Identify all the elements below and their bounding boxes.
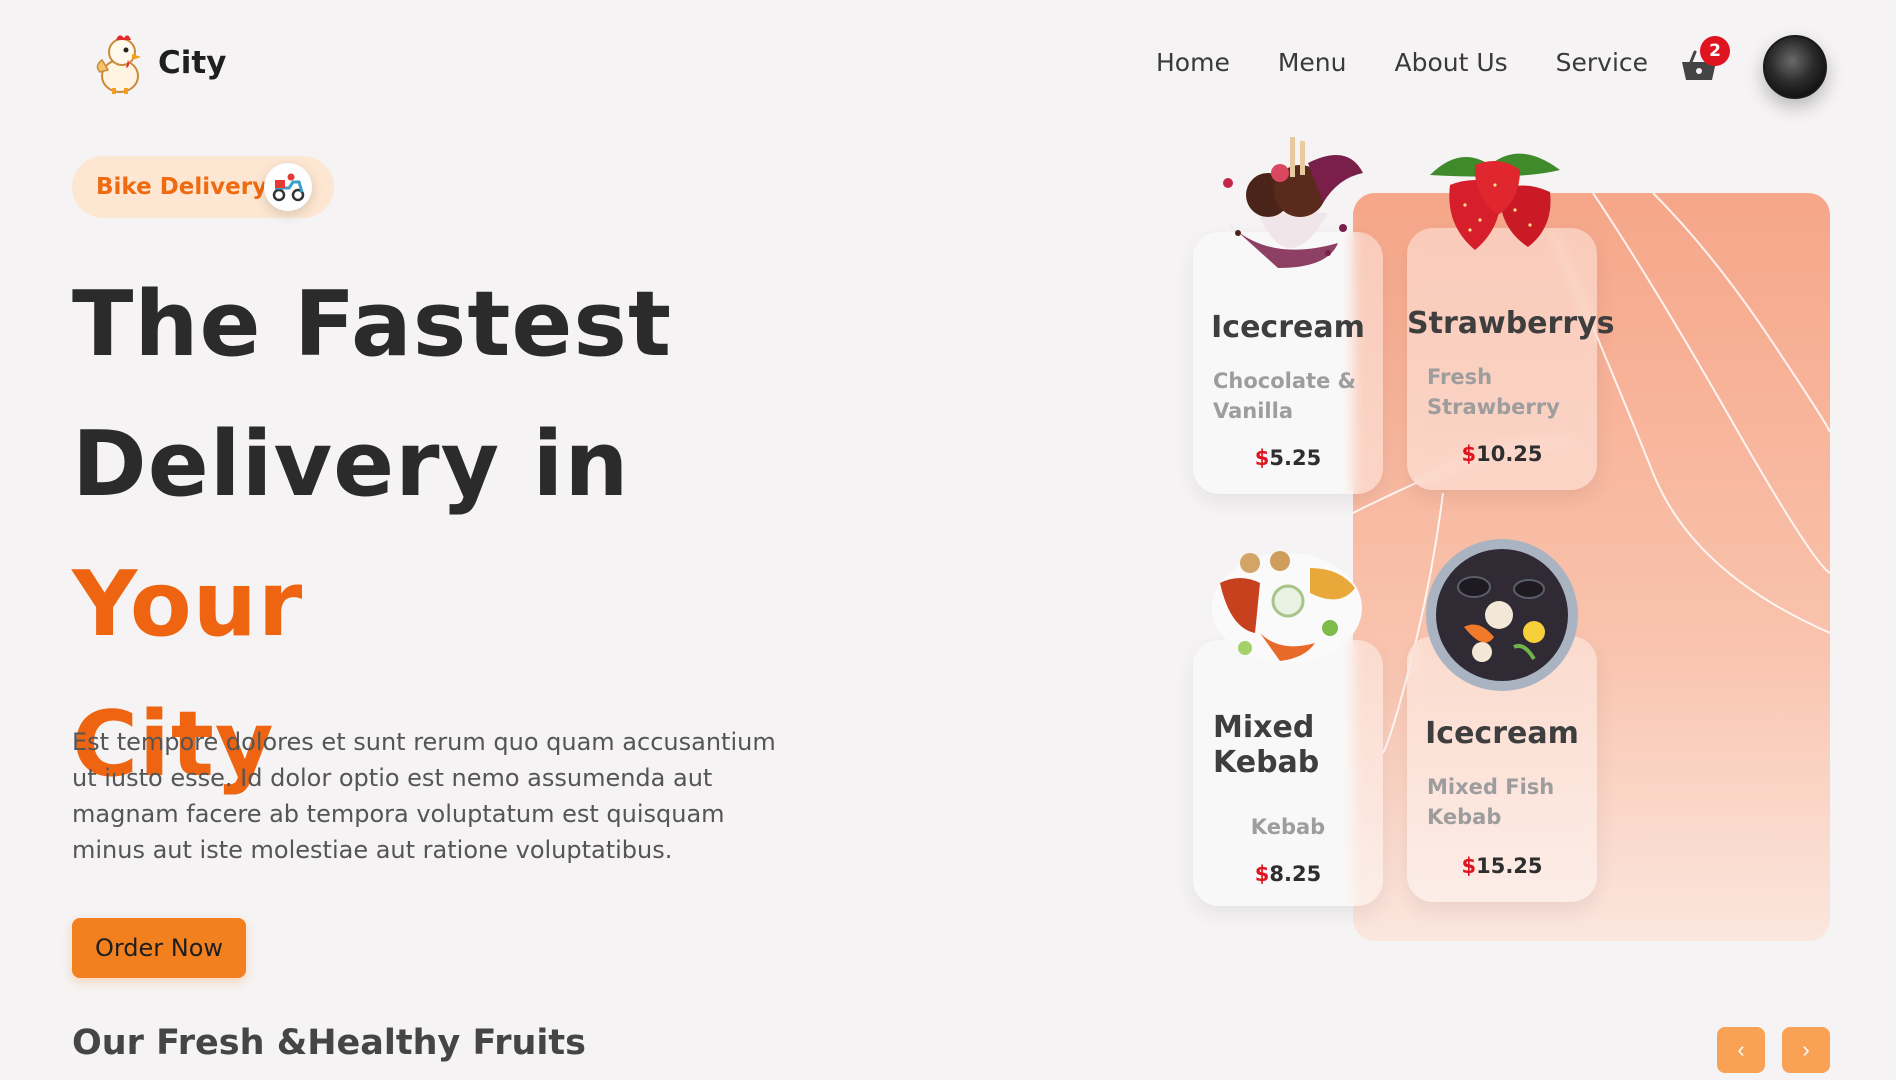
section-title: Our Fresh &Healthy Fruits (72, 1023, 586, 1063)
card-title: Icecream (1425, 716, 1579, 751)
headline-accent-your: Your (72, 552, 304, 657)
page: City Home Menu About Us Service 2 Bike D… (0, 0, 1896, 1080)
nav-menu[interactable]: Menu (1278, 48, 1347, 77)
card-subtitle: Kebab (1250, 815, 1326, 839)
card-title: Strawberrys (1407, 306, 1615, 341)
order-now-button[interactable]: Order Now (72, 918, 246, 978)
strawberries-icon (1430, 153, 1560, 250)
card-price: $8.25 (1254, 862, 1322, 886)
headline-line-2: Delivery in Your (72, 395, 872, 675)
chevron-right-icon: › (1802, 1037, 1810, 1062)
user-avatar[interactable] (1763, 35, 1827, 99)
nav-about-us[interactable]: About Us (1394, 48, 1507, 77)
card-price: $10.25 (1461, 442, 1543, 466)
chicken-logo-icon (96, 35, 141, 94)
chocolate-icecream-icon (1223, 137, 1363, 268)
delivery-scooter-icon (264, 163, 312, 211)
card-subtitle: Mixed Fish Kebab (1427, 775, 1555, 829)
brand-logo[interactable]: City (92, 32, 226, 94)
seafood-platter-icon (1426, 539, 1578, 691)
kebab-platter-icon (1212, 551, 1362, 663)
food-card-mixed-kebab[interactable]: Mixed Kebab Kebab $8.25 (1193, 640, 1383, 906)
card-price: $5.25 (1254, 446, 1322, 470)
card-title: Icecream (1211, 310, 1365, 345)
nav-service[interactable]: Service (1556, 48, 1648, 77)
card-subtitle: Fresh Strawberry (1427, 365, 1560, 419)
brand-name: City (158, 45, 227, 81)
food-card-strawberrys[interactable]: Strawberrys Fresh Strawberry $10.25 (1407, 228, 1615, 490)
hero-description: Est tempore dolores et sunt rerum quo qu… (72, 728, 776, 864)
bike-delivery-pill: Bike Delivery (72, 156, 334, 218)
nav-home[interactable]: Home (1156, 48, 1230, 77)
main-nav: Home Menu About Us Service (1156, 48, 1648, 77)
carousel-next-button[interactable]: › (1782, 1027, 1830, 1073)
pill-label: Bike Delivery (96, 174, 268, 200)
carousel-prev-button[interactable]: ‹ (1717, 1027, 1765, 1073)
card-title: Mixed Kebab (1213, 710, 1320, 780)
card-price: $15.25 (1461, 854, 1543, 878)
card-subtitle: Chocolate & Vanilla (1213, 369, 1356, 423)
headline-line-1: The Fastest (72, 272, 672, 377)
cart-count-badge: 2 (1700, 36, 1730, 66)
headline-plain: Delivery in (72, 412, 630, 517)
chevron-left-icon: ‹ (1737, 1037, 1745, 1062)
